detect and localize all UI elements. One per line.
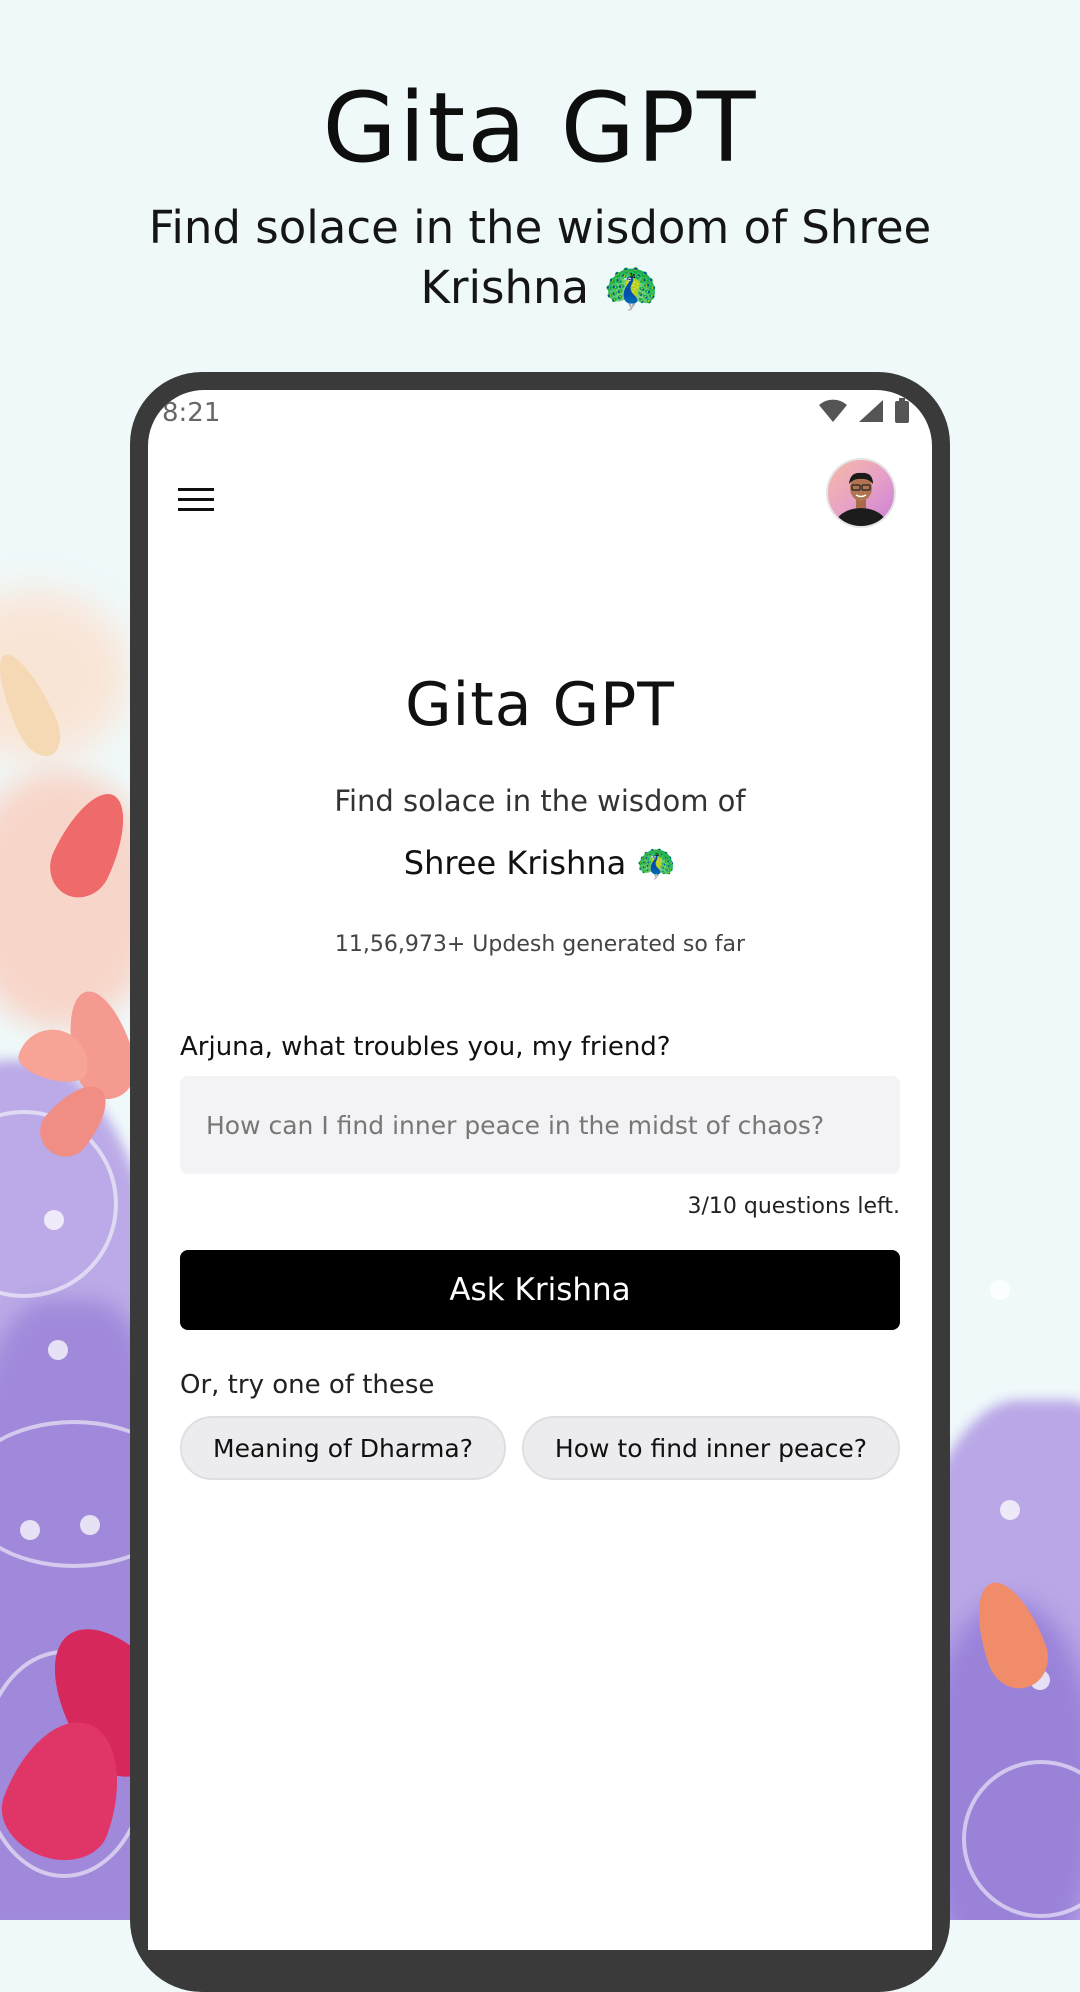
questions-left-count: 3/10 questions left. [687,1194,900,1219]
status-time: 8:21 [162,398,221,428]
decor-dot [80,1515,100,1535]
status-bar: 8:21 [148,390,932,440]
question-input[interactable] [180,1076,900,1174]
app-subtitle: Find solace in the wisdom of [334,784,746,818]
decor-dot [990,1280,1010,1300]
suggestion-chips: Meaning of Dharma? How to find inner pea… [180,1416,900,1480]
phone-screen: 8:21 Gita GPT Find solace in the wisdom … [148,390,932,1950]
status-icons [818,398,910,428]
signal-icon [858,399,884,427]
app-title: Gita GPT [405,670,675,740]
decor-dot [1000,1500,1020,1520]
decor-dot [20,1520,40,1540]
question-label: Arjuna, what troubles you, my friend? [180,1032,671,1062]
hero-subtitle: Find solace in the wisdom of Shree Krish… [148,201,932,314]
hero-title: Gita GPT [322,72,758,184]
suggestion-chip-inner-peace[interactable]: How to find inner peace? [522,1416,900,1480]
decor-dot [44,1210,64,1230]
hamburger-menu-icon[interactable] [176,480,216,520]
suggestion-chip-dharma[interactable]: Meaning of Dharma? [180,1416,506,1480]
updesh-counter: 11,56,973+ Updesh generated so far [334,932,746,957]
wifi-icon [818,399,848,427]
user-avatar[interactable] [826,458,896,528]
decor-dot [48,1340,68,1360]
battery-icon [894,398,910,428]
ask-krishna-button[interactable]: Ask Krishna [180,1250,900,1330]
app-subtitle-highlight: Shree Krishna 🦚 [403,844,677,882]
suggestions-label: Or, try one of these [180,1370,435,1400]
